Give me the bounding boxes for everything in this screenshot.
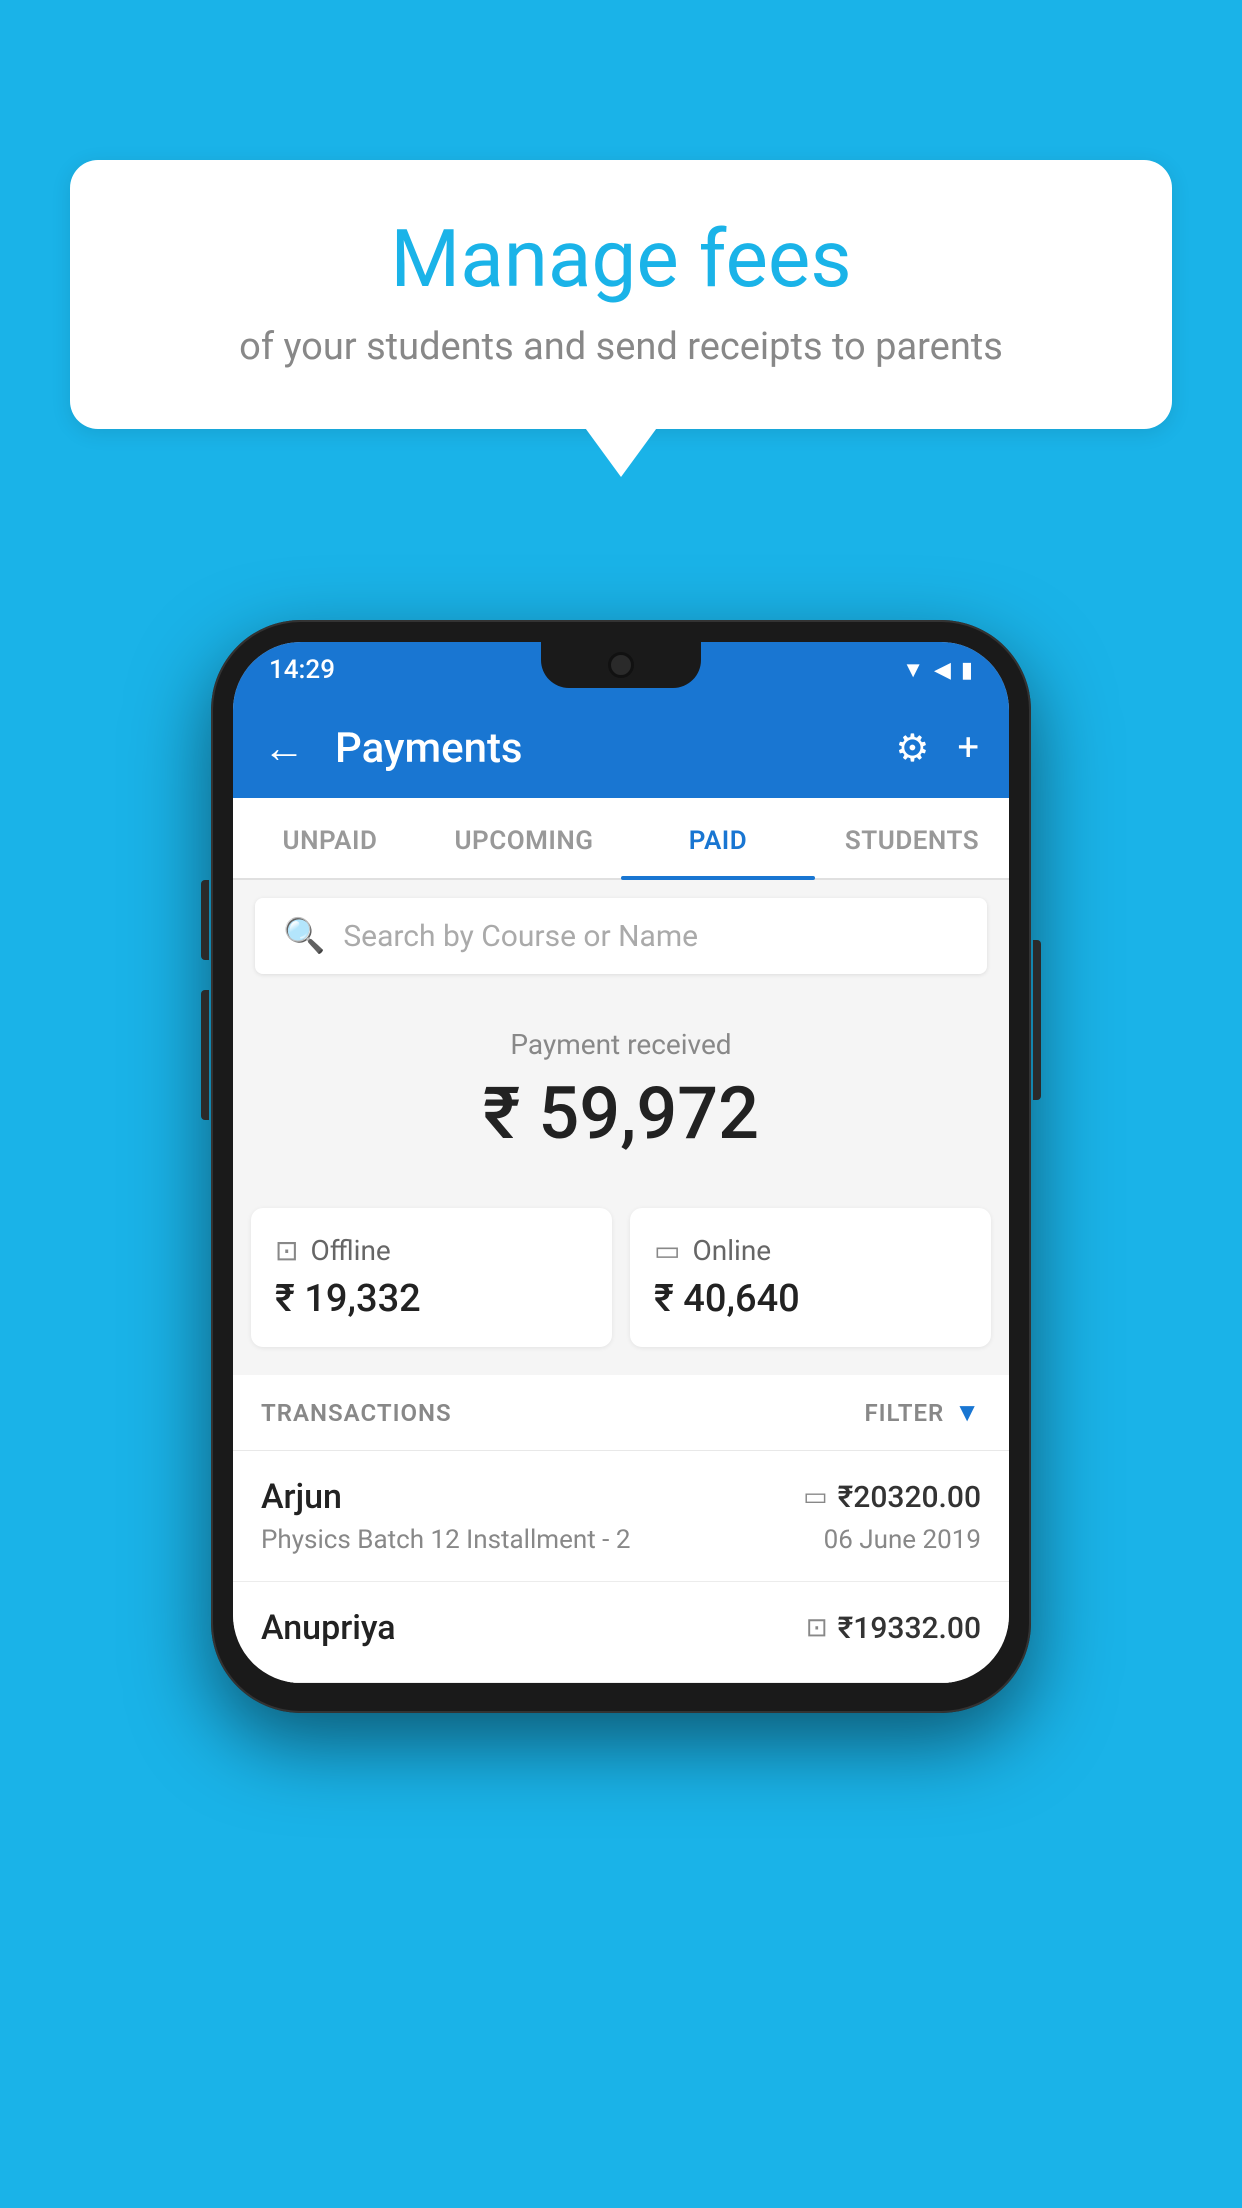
phone-button-left-bottom bbox=[201, 990, 209, 1120]
status-time: 14:29 bbox=[269, 655, 335, 685]
transaction-amount-wrap-2: ⊡ ₹19332.00 bbox=[806, 1611, 981, 1646]
online-card-header: ▭ Online bbox=[654, 1234, 967, 1267]
transaction-top-2: Anupriya ⊡ ₹19332.00 bbox=[261, 1608, 981, 1648]
speech-bubble: Manage fees of your students and send re… bbox=[70, 160, 1172, 429]
app-bar-actions: ⚙ + bbox=[895, 726, 979, 771]
payment-received-section: Payment received ₹ 59,972 bbox=[233, 992, 1009, 1208]
online-label: Online bbox=[692, 1234, 771, 1267]
transaction-name-1: Arjun bbox=[261, 1477, 342, 1517]
tabs-bar: UNPAID UPCOMING PAID STUDENTS bbox=[233, 798, 1009, 880]
online-icon: ▭ bbox=[654, 1234, 680, 1267]
transactions-label: TRANSACTIONS bbox=[261, 1399, 452, 1427]
tab-upcoming[interactable]: UPCOMING bbox=[427, 798, 621, 878]
offline-card-header: ⊡ Offline bbox=[275, 1234, 588, 1267]
offline-card: ⊡ Offline ₹ 19,332 bbox=[251, 1208, 612, 1347]
settings-icon[interactable]: ⚙ bbox=[895, 726, 929, 771]
filter-label: FILTER bbox=[864, 1399, 944, 1427]
transaction-payment-icon-1: ▭ bbox=[803, 1482, 828, 1512]
transactions-header: TRANSACTIONS FILTER ▼ bbox=[233, 1375, 1009, 1451]
battery-icon: ▮ bbox=[961, 658, 973, 683]
phone-screen: 14:29 ▼ ◀ ▮ ← Payments ⚙ + UNPAID bbox=[233, 642, 1009, 1683]
status-icons: ▼ ◀ ▮ bbox=[902, 657, 973, 683]
transaction-top-1: Arjun ▭ ₹20320.00 bbox=[261, 1477, 981, 1517]
transaction-name-2: Anupriya bbox=[261, 1608, 396, 1648]
phone-outer: 14:29 ▼ ◀ ▮ ← Payments ⚙ + UNPAID bbox=[211, 620, 1031, 1713]
tab-paid[interactable]: PAID bbox=[621, 798, 815, 878]
transaction-amount-wrap-1: ▭ ₹20320.00 bbox=[803, 1480, 981, 1515]
payment-received-amount: ₹ 59,972 bbox=[253, 1071, 989, 1156]
offline-amount: ₹ 19,332 bbox=[275, 1277, 588, 1321]
transaction-date-1: 06 June 2019 bbox=[824, 1525, 981, 1555]
bubble-title: Manage fees bbox=[130, 215, 1112, 303]
signal-icon: ◀ bbox=[934, 658, 951, 683]
phone-mockup: 14:29 ▼ ◀ ▮ ← Payments ⚙ + UNPAID bbox=[211, 620, 1031, 1713]
tab-unpaid[interactable]: UNPAID bbox=[233, 798, 427, 878]
app-bar: ← Payments ⚙ + bbox=[233, 698, 1009, 798]
filter-button[interactable]: FILTER ▼ bbox=[864, 1397, 981, 1428]
app-bar-title: Payments bbox=[335, 724, 875, 773]
back-button[interactable]: ← bbox=[263, 724, 305, 773]
tab-students[interactable]: STUDENTS bbox=[815, 798, 1009, 878]
search-input[interactable]: Search by Course or Name bbox=[343, 919, 698, 954]
transaction-payment-icon-2: ⊡ bbox=[806, 1613, 828, 1643]
payment-cards: ⊡ Offline ₹ 19,332 ▭ Online ₹ 40,640 bbox=[233, 1208, 1009, 1375]
add-icon[interactable]: + bbox=[957, 726, 979, 770]
transaction-amount-2: ₹19332.00 bbox=[838, 1611, 981, 1646]
search-container: 🔍 Search by Course or Name bbox=[233, 880, 1009, 992]
search-icon: 🔍 bbox=[283, 916, 325, 956]
phone-camera bbox=[608, 652, 634, 678]
filter-icon: ▼ bbox=[954, 1397, 981, 1428]
payment-received-label: Payment received bbox=[253, 1028, 989, 1061]
phone-notch bbox=[541, 642, 701, 688]
transaction-row-2[interactable]: Anupriya ⊡ ₹19332.00 bbox=[233, 1582, 1009, 1683]
wifi-icon: ▼ bbox=[902, 657, 924, 683]
phone-button-left-top bbox=[201, 880, 209, 960]
phone-button-right bbox=[1033, 940, 1041, 1100]
online-card: ▭ Online ₹ 40,640 bbox=[630, 1208, 991, 1347]
offline-icon: ⊡ bbox=[275, 1234, 298, 1267]
search-bar[interactable]: 🔍 Search by Course or Name bbox=[255, 898, 987, 974]
transaction-bottom-1: Physics Batch 12 Installment - 2 06 June… bbox=[261, 1525, 981, 1555]
bubble-subtitle: of your students and send receipts to pa… bbox=[130, 325, 1112, 369]
transaction-row[interactable]: Arjun ▭ ₹20320.00 Physics Batch 12 Insta… bbox=[233, 1451, 1009, 1582]
transaction-course-1: Physics Batch 12 Installment - 2 bbox=[261, 1525, 630, 1555]
online-amount: ₹ 40,640 bbox=[654, 1277, 967, 1321]
offline-label: Offline bbox=[310, 1234, 390, 1267]
transaction-amount-1: ₹20320.00 bbox=[838, 1480, 981, 1515]
